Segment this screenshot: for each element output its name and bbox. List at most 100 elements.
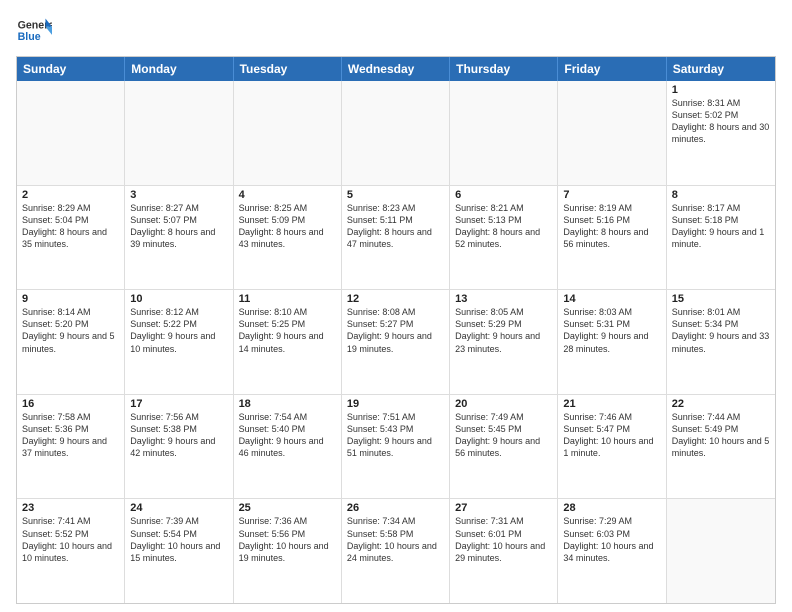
day-info: Sunrise: 8:25 AM Sunset: 5:09 PM Dayligh… bbox=[239, 202, 336, 251]
calendar-cell: 14Sunrise: 8:03 AM Sunset: 5:31 PM Dayli… bbox=[558, 290, 666, 394]
calendar-week: 9Sunrise: 8:14 AM Sunset: 5:20 PM Daylig… bbox=[17, 289, 775, 394]
day-number: 9 bbox=[22, 293, 119, 305]
calendar: SundayMondayTuesdayWednesdayThursdayFrid… bbox=[16, 56, 776, 604]
page: General Blue SundayMondayTuesdayWednesda… bbox=[0, 0, 792, 612]
calendar-cell: 17Sunrise: 7:56 AM Sunset: 5:38 PM Dayli… bbox=[125, 395, 233, 499]
header: General Blue bbox=[16, 12, 776, 48]
calendar-header-row: SundayMondayTuesdayWednesdayThursdayFrid… bbox=[17, 57, 775, 81]
day-info: Sunrise: 7:51 AM Sunset: 5:43 PM Dayligh… bbox=[347, 411, 444, 460]
day-info: Sunrise: 7:58 AM Sunset: 5:36 PM Dayligh… bbox=[22, 411, 119, 460]
calendar-cell bbox=[234, 81, 342, 185]
day-number: 5 bbox=[347, 189, 444, 201]
day-number: 19 bbox=[347, 398, 444, 410]
day-number: 22 bbox=[672, 398, 770, 410]
day-number: 7 bbox=[563, 189, 660, 201]
calendar-cell: 2Sunrise: 8:29 AM Sunset: 5:04 PM Daylig… bbox=[17, 186, 125, 290]
day-info: Sunrise: 7:41 AM Sunset: 5:52 PM Dayligh… bbox=[22, 515, 119, 564]
calendar-cell bbox=[558, 81, 666, 185]
day-info: Sunrise: 7:56 AM Sunset: 5:38 PM Dayligh… bbox=[130, 411, 227, 460]
day-number: 4 bbox=[239, 189, 336, 201]
calendar-header-cell: Wednesday bbox=[342, 57, 450, 81]
calendar-cell: 23Sunrise: 7:41 AM Sunset: 5:52 PM Dayli… bbox=[17, 499, 125, 603]
day-info: Sunrise: 7:49 AM Sunset: 5:45 PM Dayligh… bbox=[455, 411, 552, 460]
calendar-header-cell: Friday bbox=[558, 57, 666, 81]
calendar-cell: 6Sunrise: 8:21 AM Sunset: 5:13 PM Daylig… bbox=[450, 186, 558, 290]
calendar-cell: 26Sunrise: 7:34 AM Sunset: 5:58 PM Dayli… bbox=[342, 499, 450, 603]
day-info: Sunrise: 7:29 AM Sunset: 6:03 PM Dayligh… bbox=[563, 515, 660, 564]
calendar-cell: 20Sunrise: 7:49 AM Sunset: 5:45 PM Dayli… bbox=[450, 395, 558, 499]
day-info: Sunrise: 8:05 AM Sunset: 5:29 PM Dayligh… bbox=[455, 306, 552, 355]
calendar-cell: 13Sunrise: 8:05 AM Sunset: 5:29 PM Dayli… bbox=[450, 290, 558, 394]
day-number: 27 bbox=[455, 502, 552, 514]
calendar-cell: 12Sunrise: 8:08 AM Sunset: 5:27 PM Dayli… bbox=[342, 290, 450, 394]
day-number: 6 bbox=[455, 189, 552, 201]
day-number: 2 bbox=[22, 189, 119, 201]
day-info: Sunrise: 8:19 AM Sunset: 5:16 PM Dayligh… bbox=[563, 202, 660, 251]
day-info: Sunrise: 8:01 AM Sunset: 5:34 PM Dayligh… bbox=[672, 306, 770, 355]
calendar-cell: 10Sunrise: 8:12 AM Sunset: 5:22 PM Dayli… bbox=[125, 290, 233, 394]
day-number: 25 bbox=[239, 502, 336, 514]
calendar-cell bbox=[667, 499, 775, 603]
calendar-header-cell: Monday bbox=[125, 57, 233, 81]
day-info: Sunrise: 8:21 AM Sunset: 5:13 PM Dayligh… bbox=[455, 202, 552, 251]
calendar-cell: 25Sunrise: 7:36 AM Sunset: 5:56 PM Dayli… bbox=[234, 499, 342, 603]
calendar-cell bbox=[450, 81, 558, 185]
calendar-header-cell: Sunday bbox=[17, 57, 125, 81]
day-info: Sunrise: 8:14 AM Sunset: 5:20 PM Dayligh… bbox=[22, 306, 119, 355]
calendar-week: 1Sunrise: 8:31 AM Sunset: 5:02 PM Daylig… bbox=[17, 81, 775, 185]
calendar-cell: 11Sunrise: 8:10 AM Sunset: 5:25 PM Dayli… bbox=[234, 290, 342, 394]
day-info: Sunrise: 7:31 AM Sunset: 6:01 PM Dayligh… bbox=[455, 515, 552, 564]
day-number: 13 bbox=[455, 293, 552, 305]
day-number: 1 bbox=[672, 84, 770, 96]
calendar-cell: 4Sunrise: 8:25 AM Sunset: 5:09 PM Daylig… bbox=[234, 186, 342, 290]
calendar-header-cell: Thursday bbox=[450, 57, 558, 81]
calendar-cell: 18Sunrise: 7:54 AM Sunset: 5:40 PM Dayli… bbox=[234, 395, 342, 499]
calendar-cell: 22Sunrise: 7:44 AM Sunset: 5:49 PM Dayli… bbox=[667, 395, 775, 499]
day-number: 10 bbox=[130, 293, 227, 305]
day-number: 28 bbox=[563, 502, 660, 514]
day-info: Sunrise: 8:23 AM Sunset: 5:11 PM Dayligh… bbox=[347, 202, 444, 251]
day-info: Sunrise: 8:10 AM Sunset: 5:25 PM Dayligh… bbox=[239, 306, 336, 355]
calendar-header-cell: Saturday bbox=[667, 57, 775, 81]
day-number: 3 bbox=[130, 189, 227, 201]
calendar-cell: 28Sunrise: 7:29 AM Sunset: 6:03 PM Dayli… bbox=[558, 499, 666, 603]
day-number: 12 bbox=[347, 293, 444, 305]
logo-icon: General Blue bbox=[16, 12, 52, 48]
calendar-header-cell: Tuesday bbox=[234, 57, 342, 81]
day-info: Sunrise: 7:34 AM Sunset: 5:58 PM Dayligh… bbox=[347, 515, 444, 564]
calendar-week: 2Sunrise: 8:29 AM Sunset: 5:04 PM Daylig… bbox=[17, 185, 775, 290]
calendar-cell: 8Sunrise: 8:17 AM Sunset: 5:18 PM Daylig… bbox=[667, 186, 775, 290]
day-number: 15 bbox=[672, 293, 770, 305]
calendar-cell: 24Sunrise: 7:39 AM Sunset: 5:54 PM Dayli… bbox=[125, 499, 233, 603]
day-number: 26 bbox=[347, 502, 444, 514]
day-number: 18 bbox=[239, 398, 336, 410]
calendar-cell: 3Sunrise: 8:27 AM Sunset: 5:07 PM Daylig… bbox=[125, 186, 233, 290]
calendar-cell bbox=[17, 81, 125, 185]
svg-text:Blue: Blue bbox=[18, 31, 41, 43]
day-info: Sunrise: 8:12 AM Sunset: 5:22 PM Dayligh… bbox=[130, 306, 227, 355]
day-info: Sunrise: 8:27 AM Sunset: 5:07 PM Dayligh… bbox=[130, 202, 227, 251]
calendar-cell: 27Sunrise: 7:31 AM Sunset: 6:01 PM Dayli… bbox=[450, 499, 558, 603]
logo: General Blue bbox=[16, 12, 52, 48]
day-number: 17 bbox=[130, 398, 227, 410]
day-number: 20 bbox=[455, 398, 552, 410]
calendar-body: 1Sunrise: 8:31 AM Sunset: 5:02 PM Daylig… bbox=[17, 81, 775, 603]
day-info: Sunrise: 8:29 AM Sunset: 5:04 PM Dayligh… bbox=[22, 202, 119, 251]
day-number: 14 bbox=[563, 293, 660, 305]
day-info: Sunrise: 7:46 AM Sunset: 5:47 PM Dayligh… bbox=[563, 411, 660, 460]
calendar-week: 23Sunrise: 7:41 AM Sunset: 5:52 PM Dayli… bbox=[17, 498, 775, 603]
day-number: 24 bbox=[130, 502, 227, 514]
day-info: Sunrise: 7:39 AM Sunset: 5:54 PM Dayligh… bbox=[130, 515, 227, 564]
calendar-week: 16Sunrise: 7:58 AM Sunset: 5:36 PM Dayli… bbox=[17, 394, 775, 499]
calendar-cell bbox=[342, 81, 450, 185]
day-info: Sunrise: 7:54 AM Sunset: 5:40 PM Dayligh… bbox=[239, 411, 336, 460]
day-info: Sunrise: 8:08 AM Sunset: 5:27 PM Dayligh… bbox=[347, 306, 444, 355]
day-number: 21 bbox=[563, 398, 660, 410]
calendar-cell: 1Sunrise: 8:31 AM Sunset: 5:02 PM Daylig… bbox=[667, 81, 775, 185]
day-number: 16 bbox=[22, 398, 119, 410]
day-number: 11 bbox=[239, 293, 336, 305]
calendar-cell: 9Sunrise: 8:14 AM Sunset: 5:20 PM Daylig… bbox=[17, 290, 125, 394]
day-number: 23 bbox=[22, 502, 119, 514]
day-info: Sunrise: 7:36 AM Sunset: 5:56 PM Dayligh… bbox=[239, 515, 336, 564]
calendar-cell bbox=[125, 81, 233, 185]
